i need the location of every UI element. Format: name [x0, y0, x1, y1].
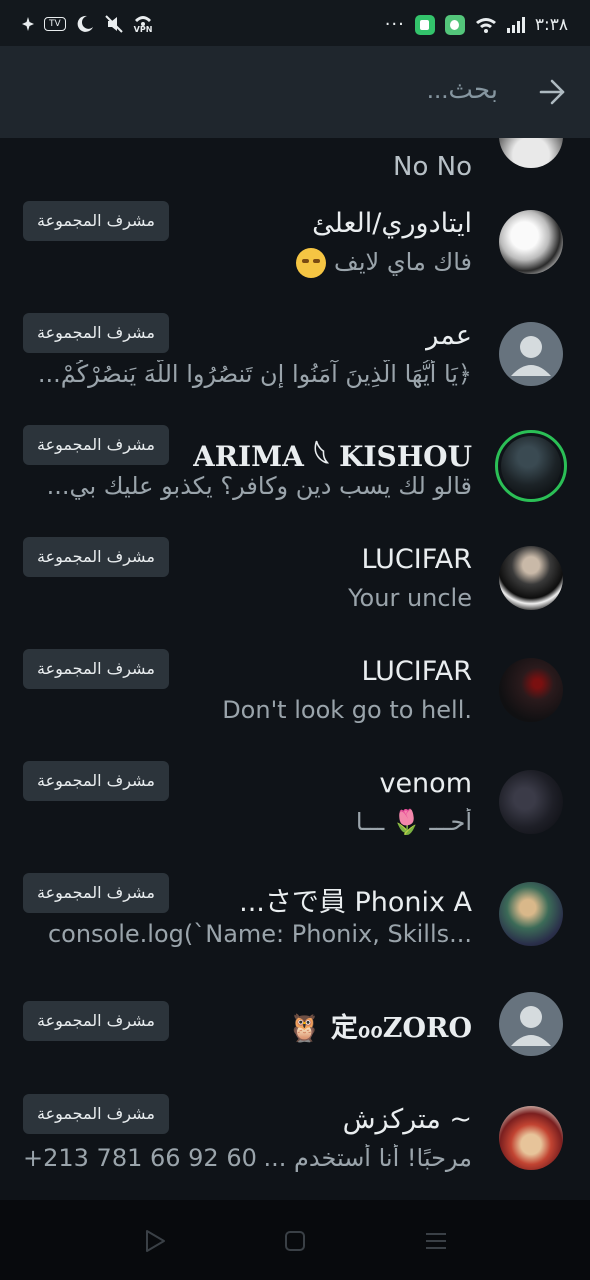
list-item[interactable]: عمر ﴿يَا أَيُّهَا الَّذِينَ آمَنُوا إِن … — [0, 304, 590, 416]
member-name: ~ متركزش — [342, 1104, 472, 1135]
avatar-online-ring — [495, 430, 567, 502]
admin-badge: مشرف المجموعة — [23, 537, 169, 577]
nav-home-icon[interactable] — [282, 1228, 308, 1254]
nav-menu-icon[interactable] — [423, 1228, 449, 1254]
member-name: ARIMA 𓆩 KISHOU — [193, 440, 472, 473]
admin-badge: مشرف المجموعة — [23, 313, 169, 353]
list-item[interactable]: LUCIFAR Don't look go to hell. مشرف المج… — [0, 640, 590, 752]
mute-icon — [104, 15, 123, 33]
avatar — [499, 138, 563, 168]
member-name: ايتادوري/العلئ — [312, 208, 472, 239]
member-name: さで員 Phonix A... — [239, 887, 472, 918]
avatar — [499, 882, 563, 946]
list-item[interactable]: ~ متركزش مرحبًا! أنا أستخدم ... +213 781… — [0, 1088, 590, 1200]
list-item[interactable]: さで員 Phonix A... console.log(`Name: Phoni… — [0, 864, 590, 976]
default-person-icon — [511, 1006, 551, 1046]
list-item[interactable]: ARIMA 𓆩 KISHOU قالو لك يسب دين وكافر؟ يك… — [0, 416, 590, 528]
admin-badge: مشرف المجموعة — [23, 201, 169, 241]
status-time: ٣:٣٨ — [534, 14, 568, 35]
signal-icon — [506, 16, 525, 33]
tv-icon: TV — [44, 17, 66, 31]
vpn-icon: VPN — [133, 15, 153, 34]
back-arrow-icon[interactable] — [538, 78, 566, 106]
status-bar: TV VPN ··· ٣:٣٨ — [0, 0, 590, 46]
member-name: 定ℴℴZORO 🦉 — [287, 1013, 472, 1044]
shield-app-icon — [414, 14, 435, 35]
member-name: LUCIFAR — [361, 656, 472, 687]
status-icons-right: ··· ٣:٣٨ — [385, 14, 568, 35]
avatar — [499, 546, 563, 610]
default-person-icon — [511, 336, 551, 376]
member-subtitle: ﴿يَا أَيُّهَا الَّذِينَ آمَنُوا إِن تَنص… — [37, 360, 472, 388]
member-list: No No ايتادوري/العلئ فاك ماي لايف مشرف ا… — [0, 138, 590, 1200]
flushed-face-emoji-icon — [296, 248, 327, 278]
list-item[interactable]: 定ℴℴZORO 🦉 مشرف المجموعة — [0, 976, 590, 1088]
chat-app-icon — [444, 14, 465, 35]
admin-badge: مشرف المجموعة — [23, 761, 169, 801]
member-subtitle: قالو لك يسب دين وكافر؟ يكذبو عليك بي... — [46, 472, 472, 500]
sparkle-icon — [22, 17, 34, 31]
member-name: LUCIFAR — [361, 544, 472, 575]
moon-icon — [77, 15, 93, 32]
avatar — [499, 210, 563, 274]
member-subtitle: فاك ماي لايف — [296, 248, 472, 278]
member-subtitle-text: فاك ماي لايف — [334, 248, 472, 276]
avatar — [499, 770, 563, 834]
member-subtitle: Your uncle — [348, 584, 472, 612]
admin-badge: مشرف المجموعة — [23, 649, 169, 689]
overflow-dots-icon: ··· — [384, 14, 405, 35]
search-input[interactable] — [198, 74, 498, 105]
list-item[interactable]: ايتادوري/العلئ فاك ماي لايف مشرف المجموع… — [0, 192, 590, 304]
member-subtitle: مرحبًا! أنا أستخدم ... — [263, 1144, 472, 1172]
member-name: عمر — [425, 320, 472, 351]
nav-back-icon[interactable] — [142, 1228, 168, 1254]
search-header — [0, 46, 590, 138]
admin-badge: مشرف المجموعة — [23, 873, 169, 913]
member-subtitle: No No — [393, 152, 472, 182]
list-item[interactable]: venom أحـــ 🌷 ـــا مشرف المجموعة — [0, 752, 590, 864]
member-subtitle: أحـــ 🌷 ـــا — [355, 808, 472, 836]
avatar — [499, 658, 563, 722]
list-item[interactable]: LUCIFAR Your uncle مشرف المجموعة — [0, 528, 590, 640]
admin-badge: مشرف المجموعة — [23, 1001, 169, 1041]
wifi-icon — [475, 17, 496, 33]
status-icons-left: TV VPN — [22, 14, 152, 34]
vpn-label: VPN — [133, 24, 153, 34]
avatar — [499, 992, 563, 1056]
avatar — [501, 436, 561, 496]
member-name: venom — [379, 768, 472, 799]
member-subtitle: console.log(`Name: Phonix, Skills... — [47, 920, 472, 948]
admin-badge: مشرف المجموعة — [23, 1094, 169, 1134]
avatar — [499, 1106, 563, 1170]
admin-badge: مشرف المجموعة — [23, 425, 169, 465]
list-item-partial[interactable]: No No — [0, 138, 590, 192]
member-subtitle: Don't look go to hell. — [222, 696, 472, 724]
avatar — [499, 322, 563, 386]
member-phone: +213 781 66 92 60 — [23, 1144, 257, 1172]
system-nav-bar — [0, 1200, 590, 1280]
